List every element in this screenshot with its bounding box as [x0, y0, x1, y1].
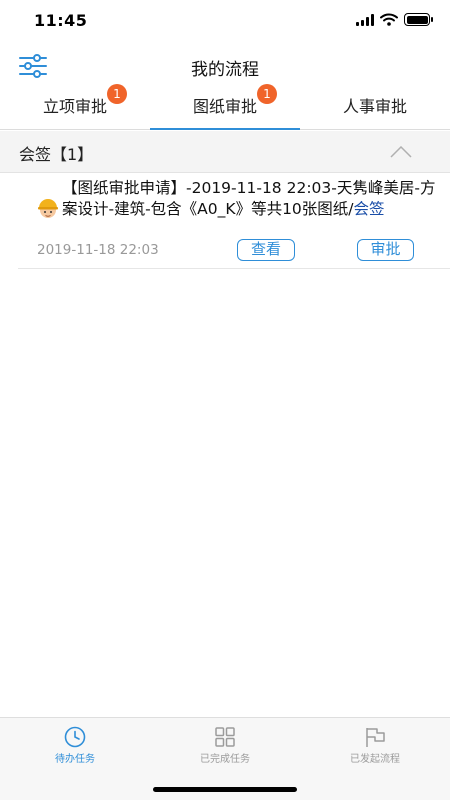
section-title: 会签【1】	[19, 145, 94, 164]
battery-icon	[404, 13, 433, 26]
active-tab-indicator	[150, 128, 300, 130]
status-bar: 11:45	[0, 0, 450, 44]
task-date: 2019-11-18 22:03	[37, 242, 159, 258]
tab-label: 图纸审批	[192, 97, 257, 116]
tabbar-label: 已发起流程	[350, 754, 400, 765]
tabbar-item-pending-tasks[interactable]: 待办任务	[0, 718, 150, 800]
cellular-signal-icon	[356, 13, 374, 26]
tab-project-approval[interactable]: 立项审批 1	[0, 84, 150, 129]
task-description: 【图纸审批申请】-2019-11-18 22:03-天隽峰美居-方案设计-建筑-…	[62, 178, 442, 220]
tab-badge: 1	[257, 84, 277, 104]
view-button[interactable]: 查看	[237, 239, 295, 261]
nav-bar: 我的流程	[0, 44, 450, 88]
chevron-up-icon[interactable]	[390, 146, 412, 158]
worker-avatar-icon	[38, 199, 58, 218]
tab-label: 人事审批	[342, 97, 407, 116]
tab-label: 立项审批	[42, 97, 107, 116]
flag-icon	[366, 728, 385, 747]
bottom-tab-bar: 待办任务 已完成任务 已发起流程	[0, 717, 450, 800]
page-title: 我的流程	[191, 60, 259, 80]
tabbar-label: 已完成任务	[200, 754, 250, 765]
tab-drawing-approval[interactable]: 图纸审批 1	[150, 84, 300, 130]
approve-button[interactable]: 审批	[357, 239, 414, 261]
grid-icon	[215, 727, 235, 747]
section-header-countersign[interactable]: 会签【1】	[0, 131, 450, 173]
tab-hr-approval[interactable]: 人事审批	[300, 88, 450, 129]
home-indicator	[153, 787, 297, 792]
status-icons	[356, 13, 433, 26]
list-item[interactable]: 【图纸审批申请】-2019-11-18 22:03-天隽峰美居-方案设计-建筑-…	[18, 175, 450, 269]
tabbar-item-initiated-flows[interactable]: 已发起流程	[300, 718, 450, 800]
countersign-link[interactable]: 会签	[354, 200, 385, 218]
clock-icon	[64, 726, 86, 748]
tabbar-label: 待办任务	[55, 754, 95, 765]
tab-badge: 1	[107, 84, 127, 104]
tab-strip: 立项审批 1 图纸审批 1 人事审批	[0, 84, 450, 130]
wifi-icon	[380, 13, 398, 26]
status-time: 11:45	[34, 11, 88, 30]
